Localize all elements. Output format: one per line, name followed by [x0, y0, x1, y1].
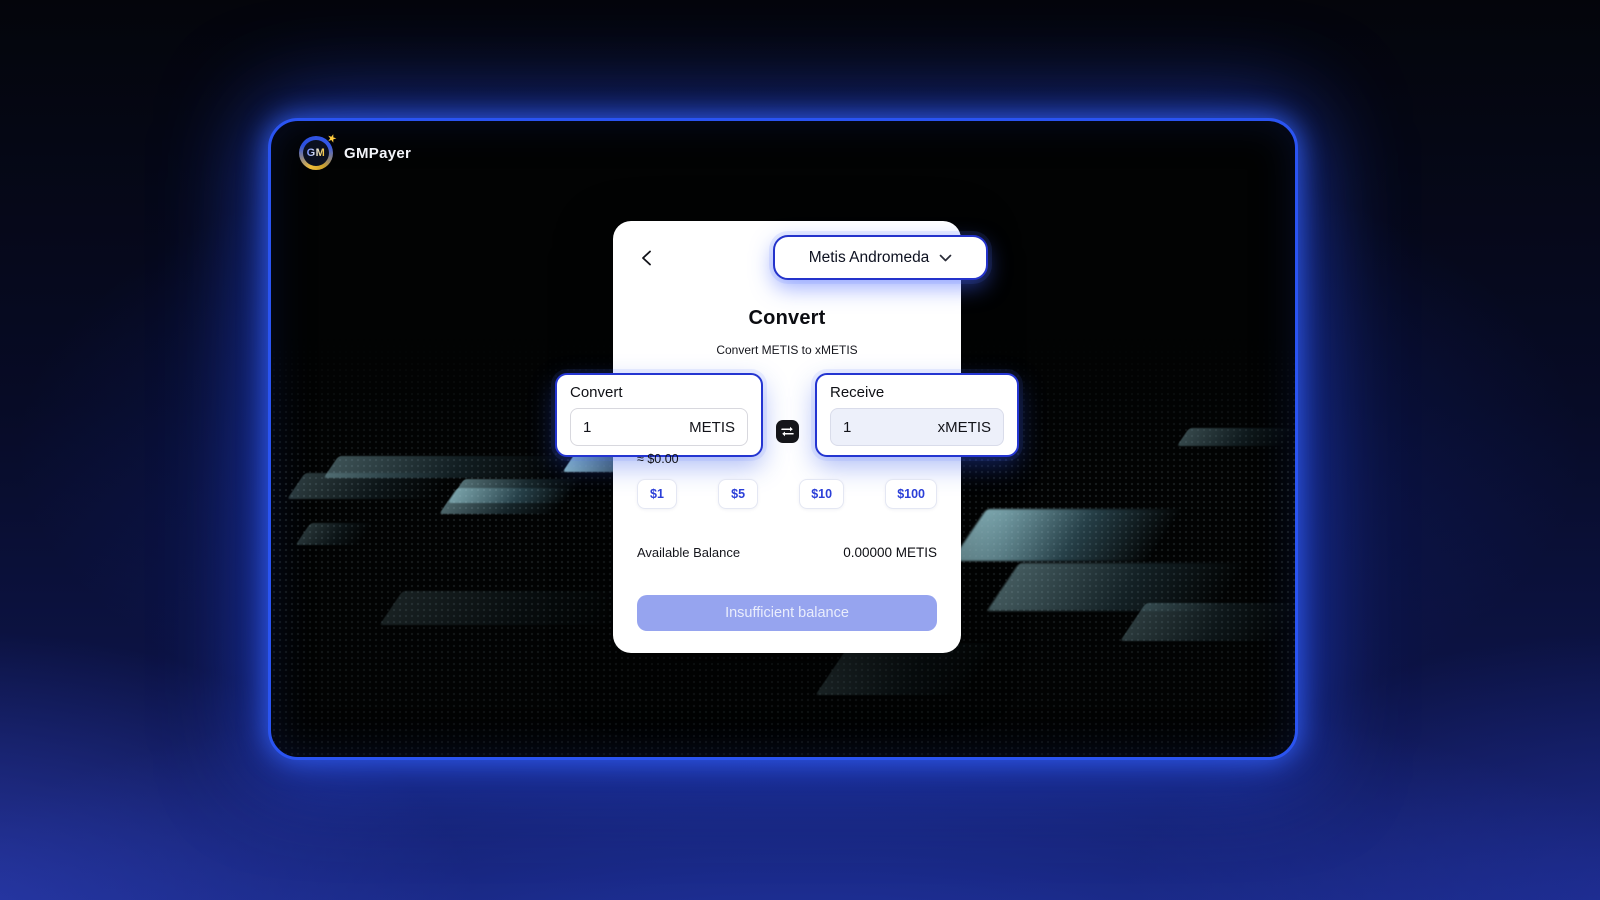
receive-label: Receive: [830, 384, 1004, 401]
balance-label: Available Balance: [637, 545, 740, 560]
quick-amount-button-1[interactable]: $1: [637, 479, 677, 509]
quick-amount-button-100[interactable]: $100: [885, 479, 937, 509]
glow-patch: [380, 591, 643, 625]
convert-token-label: METIS: [689, 419, 735, 436]
quick-amount-row: $1 $5 $10 $100: [637, 479, 937, 509]
quick-amount-button-10[interactable]: $10: [799, 479, 844, 509]
receive-amount-input[interactable]: [843, 419, 933, 436]
glow-patch: [448, 479, 584, 503]
logo-monogram: GM: [307, 147, 326, 159]
glow-patch: [951, 509, 1184, 561]
glow-patch: [1120, 603, 1298, 641]
glow-patch: [439, 488, 575, 514]
glow-patch: [324, 456, 569, 478]
convert-label: Convert: [570, 384, 748, 401]
gmpayer-logo-icon: GM ★: [299, 136, 333, 170]
convert-amount-input[interactable]: [583, 419, 673, 436]
balance-value: 0.00000 METIS: [843, 545, 937, 560]
page-subtitle: Convert METIS to xMETIS: [613, 343, 961, 357]
network-selector[interactable]: Metis Andromeda: [773, 235, 988, 280]
star-icon: ★: [325, 131, 338, 146]
glow-patch: [1177, 428, 1297, 446]
usd-estimate: ≈ $0.00: [637, 452, 679, 466]
glow-patch: [287, 473, 455, 499]
app-window: GM ★ GMPayer Metis Andromeda Convert Con…: [268, 118, 1298, 760]
convert-card: Metis Andromeda Convert Convert METIS to…: [613, 221, 961, 653]
swap-button[interactable]: [776, 420, 799, 443]
glow-patch: [987, 563, 1249, 611]
submit-button[interactable]: Insufficient balance: [637, 595, 937, 631]
page-title: Convert: [613, 307, 961, 330]
back-button[interactable]: [633, 245, 659, 271]
glow-patch: [296, 523, 375, 545]
convert-field: METIS: [570, 408, 748, 446]
receive-field: xMETIS: [830, 408, 1004, 446]
network-label: Metis Andromeda: [809, 249, 930, 267]
brand: GM ★ GMPayer: [299, 136, 411, 170]
balance-row: Available Balance 0.00000 METIS: [637, 545, 937, 560]
receive-token-label: xMETIS: [938, 419, 991, 436]
chevron-left-icon: [641, 250, 652, 266]
app-name: GMPayer: [344, 145, 411, 162]
convert-input-panel: Convert METIS: [555, 373, 763, 457]
receive-input-panel: Receive xMETIS: [815, 373, 1019, 457]
chevron-down-icon: [939, 254, 952, 262]
swap-icon: [780, 425, 795, 438]
quick-amount-button-5[interactable]: $5: [718, 479, 758, 509]
